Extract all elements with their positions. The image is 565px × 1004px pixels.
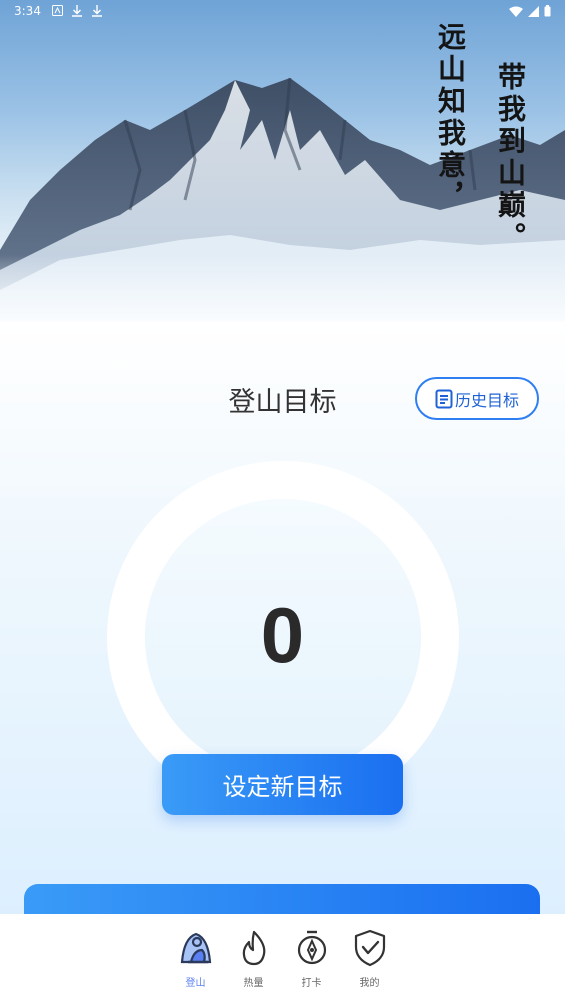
goal-count: 0	[260, 591, 305, 679]
flame-icon	[242, 930, 265, 966]
nav-item-profile[interactable]: 我的	[352, 928, 388, 1004]
signal-icon	[528, 5, 539, 17]
status-notification-icons	[52, 4, 103, 17]
set-new-goal-label: 设定新目标	[222, 773, 343, 801]
nav-label-calories: 热量	[243, 978, 264, 989]
notification-app-icon	[52, 5, 63, 16]
poem-line-2: 带我到山巅。	[494, 62, 527, 254]
nav-item-checkin[interactable]: 打卡	[294, 928, 330, 1004]
mountain-climb-icon	[180, 932, 211, 964]
nav-item-climb[interactable]: 登山	[178, 928, 214, 1004]
download-icon	[92, 5, 102, 17]
status-time: 3:34	[14, 4, 41, 18]
download-icon	[72, 5, 82, 17]
nav-label-climb: 登山	[185, 978, 206, 989]
bottom-nav: 登山 热量 打卡 我的	[0, 914, 565, 1004]
nav-item-calories[interactable]: 热量	[236, 928, 272, 1004]
wifi-icon	[509, 6, 523, 17]
stopwatch-icon	[297, 930, 326, 965]
history-goals-button[interactable]: 历史目标	[415, 377, 539, 420]
history-goals-label: 历史目标	[454, 390, 519, 410]
battery-icon	[544, 5, 551, 17]
status-bar: 3:34	[0, 0, 565, 24]
poem-line-1: 远山知我意，	[434, 22, 467, 214]
shield-check-icon	[354, 929, 385, 967]
status-system-icons	[509, 5, 551, 17]
hero-banner: 远山知我意， 带我到山巅。	[0, 0, 565, 325]
nav-label-checkin: 打卡	[301, 978, 322, 989]
set-new-goal-button[interactable]: 设定新目标	[162, 754, 403, 815]
hero-fade	[0, 255, 565, 325]
document-list-icon	[435, 389, 453, 408]
nav-label-profile: 我的	[359, 978, 380, 989]
